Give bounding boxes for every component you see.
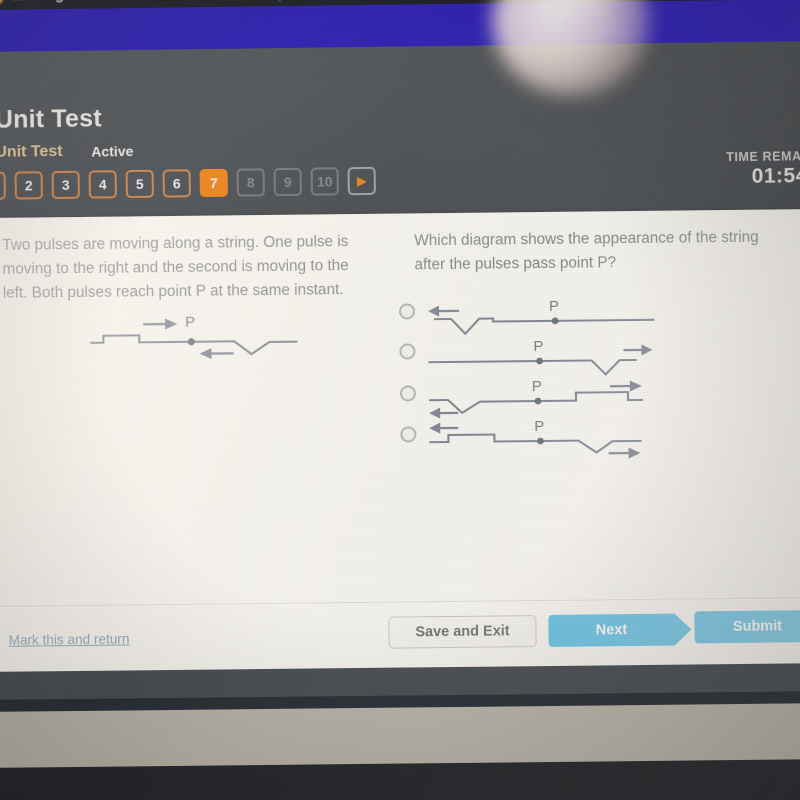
pager-item-5[interactable]: 5 xyxy=(125,169,154,199)
test-header: Unit Test Unit Test Active TIME REMAININ… xyxy=(0,40,800,224)
pager-item-8: 8 xyxy=(236,168,265,197)
answer-option-d[interactable]: P xyxy=(400,418,654,465)
radio-option-d[interactable] xyxy=(400,426,417,443)
pager-item-3[interactable]: 3 xyxy=(51,170,80,200)
pager-item-1[interactable]: 1 xyxy=(0,171,6,201)
point-p-label-a: P xyxy=(549,298,559,315)
page-title: Unit Test xyxy=(0,104,102,134)
answer-option-a[interactable]: P xyxy=(398,298,655,342)
subject-label: Unit Test xyxy=(0,142,63,161)
pulse-diagram: P xyxy=(90,311,302,369)
pager-item-9: 9 xyxy=(273,167,302,197)
pager-next-icon[interactable]: ▶ xyxy=(347,166,376,196)
answer-option-b[interactable]: P xyxy=(399,338,653,382)
question-panel: Two pulses are moving along a string. On… xyxy=(0,208,800,677)
radio-option-b[interactable] xyxy=(399,343,416,360)
pager-item-4[interactable]: 4 xyxy=(88,170,117,199)
point-p-label-d: P xyxy=(534,418,544,435)
status-badge: Active xyxy=(91,143,134,160)
pager-item-10: 10 xyxy=(310,167,339,196)
laptop-screen-photo: e2020.geniussis.com/PEDashboard.aspx Uni… xyxy=(0,0,800,800)
pager-item-6[interactable]: 6 xyxy=(162,169,191,198)
option-d-diagram: P xyxy=(428,418,654,464)
next-button[interactable]: Next xyxy=(548,613,675,647)
question-stem: Which diagram shows the appearance of th… xyxy=(414,228,759,274)
submit-button[interactable]: Submit xyxy=(694,609,800,644)
option-a-diagram: P xyxy=(427,298,655,341)
option-b-diagram: P xyxy=(427,338,653,381)
favicon-icon xyxy=(0,0,4,4)
pager-item-7-current[interactable]: 7 xyxy=(199,168,228,198)
time-remaining: TIME REMAINING 01:54:36 xyxy=(726,149,800,189)
save-and-exit-button[interactable]: Save and Exit xyxy=(388,615,537,649)
radio-option-a[interactable] xyxy=(398,303,416,320)
time-remaining-value: 01:54:36 xyxy=(751,163,800,188)
point-p-label-c: P xyxy=(532,378,542,395)
pager-item-2[interactable]: 2 xyxy=(14,171,43,200)
address-bar-url[interactable]: e2020.geniussis.com/PEDashboard.aspx xyxy=(10,0,295,4)
point-p-label-main: P xyxy=(185,314,195,331)
answer-option-c[interactable]: P xyxy=(399,378,654,424)
radio-option-c[interactable] xyxy=(399,385,417,402)
time-remaining-label: TIME REMAINING xyxy=(726,148,800,165)
question-prompt: Two pulses are moving along a string. On… xyxy=(2,233,349,302)
point-p-label-b: P xyxy=(533,338,543,355)
question-pager: 1 2 3 4 5 6 7 8 9 10 ▶ xyxy=(0,166,376,201)
mark-and-return-link[interactable]: Mark this and return xyxy=(8,631,129,647)
